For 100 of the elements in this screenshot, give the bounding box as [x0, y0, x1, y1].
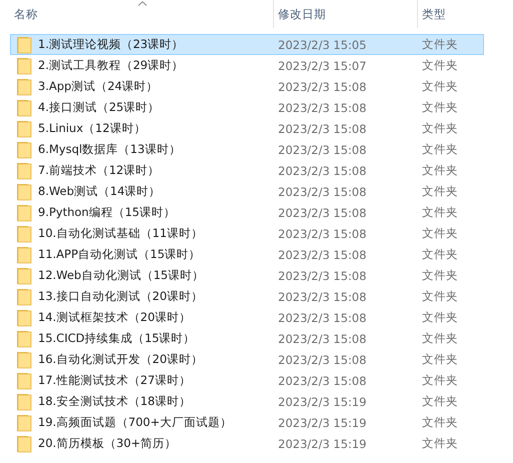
modified-date: 2023/2/3 15:08 [277, 184, 368, 198]
modified-date: 2023/2/3 15:08 [277, 268, 368, 282]
file-row[interactable]: 9.Python编程（15课时） 2023/2/3 15:08 文件夹 [10, 202, 484, 223]
modified-date: 2023/2/3 15:07 [277, 58, 368, 72]
file-row[interactable]: 19.高频面试题（700+大厂面试题） 2023/2/3 15:19 文件夹 [10, 412, 484, 433]
modified-date: 2023/2/3 15:08 [277, 122, 368, 136]
file-name: 3.App测试（24课时） [38, 79, 158, 94]
file-row[interactable]: 3.App测试（24课时） 2023/2/3 15:08 文件夹 [10, 76, 484, 97]
file-type: 文件夹 [421, 205, 459, 220]
folder-icon [16, 350, 32, 368]
file-name: 18.安全测试技术（18课时） [38, 394, 191, 409]
folder-icon [16, 224, 32, 242]
file-row[interactable]: 13.接口自动化测试（20课时） 2023/2/3 15:08 文件夹 [10, 286, 484, 307]
file-type: 文件夹 [421, 373, 459, 388]
file-type: 文件夹 [421, 58, 459, 73]
file-name: 2.测试工具教程（29课时） [38, 58, 184, 73]
folder-icon [16, 120, 32, 138]
file-type: 文件夹 [421, 163, 459, 178]
file-type: 文件夹 [421, 268, 459, 283]
file-row[interactable]: 10.自动化测试基础（11课时） 2023/2/3 15:08 文件夹 [10, 223, 484, 244]
modified-date: 2023/2/3 15:19 [277, 394, 368, 408]
modified-date: 2023/2/3 15:19 [277, 416, 368, 430]
folder-icon [16, 266, 32, 284]
file-row[interactable]: 1.测试理论视频（23课时） 2023/2/3 15:05 文件夹 [10, 34, 484, 55]
folder-icon [16, 56, 32, 74]
column-header-cell[interactable]: 修改日期 [274, 0, 418, 28]
folder-icon [16, 288, 32, 306]
file-row[interactable]: 17.性能测试技术（27课时） 2023/2/3 15:08 文件夹 [10, 370, 484, 391]
file-name: 15.CICD持续集成（15课时） [38, 331, 196, 346]
modified-date: 2023/2/3 15:08 [277, 374, 368, 388]
column-header[interactable]: 修改日期 [274, 6, 326, 22]
file-row[interactable]: 11.APP自动化测试（15课时） 2023/2/3 15:08 文件夹 [10, 244, 484, 265]
file-name: 14.测试框架技术（20课时） [38, 310, 191, 325]
file-name: 11.APP自动化测试（15课时） [38, 247, 201, 262]
file-type: 文件夹 [421, 310, 459, 325]
modified-date: 2023/2/3 15:08 [277, 206, 368, 220]
file-name: 12.Web自动化测试（15课时） [38, 268, 204, 283]
file-row[interactable]: 4.接口测试（25课时） 2023/2/3 15:08 文件夹 [10, 97, 484, 118]
file-name: 6.Mysql数据库（13课时） [38, 142, 181, 157]
file-type: 文件夹 [421, 226, 459, 241]
modified-date: 2023/2/3 15:08 [277, 310, 368, 324]
folder-icon [16, 372, 32, 390]
modified-date: 2023/2/3 15:19 [277, 436, 368, 450]
folder-icon [16, 182, 32, 200]
modified-date: 2023/2/3 15:08 [277, 248, 368, 262]
folder-icon [16, 414, 32, 432]
file-name: 10.自动化测试基础（11课时） [38, 226, 203, 241]
folder-icon [16, 140, 32, 158]
modified-date: 2023/2/3 15:08 [277, 352, 368, 366]
column-header-cell[interactable]: 类型 [418, 0, 484, 28]
file-name: 4.接口测试（25课时） [38, 100, 160, 115]
folder-icon [16, 78, 32, 96]
column-header-cell[interactable]: 名称 [10, 0, 274, 28]
file-row[interactable]: 7.前端技术（12课时） 2023/2/3 15:08 文件夹 [10, 160, 484, 181]
file-type: 文件夹 [421, 100, 459, 115]
file-name: 1.测试理论视频（23课时） [38, 37, 184, 52]
folder-icon [16, 162, 32, 180]
file-type: 文件夹 [421, 142, 459, 157]
modified-date: 2023/2/3 15:08 [277, 332, 368, 346]
file-type: 文件夹 [421, 121, 459, 136]
file-row[interactable]: 18.安全测试技术（18课时） 2023/2/3 15:19 文件夹 [10, 391, 484, 412]
file-row[interactable]: 14.测试框架技术（20课时） 2023/2/3 15:08 文件夹 [10, 307, 484, 328]
folder-icon [16, 308, 32, 326]
modified-date: 2023/2/3 15:08 [277, 142, 368, 156]
folder-icon [16, 204, 32, 222]
file-type: 文件夹 [421, 184, 459, 199]
modified-date: 2023/2/3 15:08 [277, 80, 368, 94]
file-type: 文件夹 [421, 352, 459, 367]
sort-ascending-icon [138, 1, 146, 6]
folder-icon [16, 434, 32, 452]
file-type: 文件夹 [421, 37, 459, 52]
file-row[interactable]: 15.CICD持续集成（15课时） 2023/2/3 15:08 文件夹 [10, 328, 484, 349]
file-type: 文件夹 [421, 331, 459, 346]
file-type: 文件夹 [421, 415, 459, 430]
file-row[interactable]: 12.Web自动化测试（15课时） 2023/2/3 15:08 文件夹 [10, 265, 484, 286]
column-header[interactable]: 名称 [10, 6, 38, 22]
file-name: 19.高频面试题（700+大厂面试题） [38, 415, 232, 430]
file-type: 文件夹 [421, 247, 459, 262]
file-row[interactable]: 8.Web测试（14课时） 2023/2/3 15:08 文件夹 [10, 181, 484, 202]
file-row[interactable]: 20.简历模板（30+简历） 2023/2/3 15:19 文件夹 [10, 433, 484, 454]
file-name: 20.简历模板（30+简历） [38, 436, 177, 451]
file-name: 13.接口自动化测试（20课时） [38, 289, 203, 304]
file-row[interactable]: 6.Mysql数据库（13课时） 2023/2/3 15:08 文件夹 [10, 139, 484, 160]
modified-date: 2023/2/3 15:05 [277, 38, 368, 52]
column-header[interactable]: 类型 [418, 6, 446, 22]
folder-icon [16, 36, 32, 54]
file-row[interactable]: 2.测试工具教程（29课时） 2023/2/3 15:07 文件夹 [10, 55, 484, 76]
folder-icon [16, 392, 32, 410]
modified-date: 2023/2/3 15:08 [277, 290, 368, 304]
file-type: 文件夹 [421, 436, 459, 451]
file-name: 7.前端技术（12课时） [38, 163, 160, 178]
file-row[interactable]: 5.Liniux（12课时） 2023/2/3 15:08 文件夹 [10, 118, 484, 139]
file-type: 文件夹 [421, 289, 459, 304]
modified-date: 2023/2/3 15:08 [277, 164, 368, 178]
folder-icon [16, 246, 32, 264]
file-type: 文件夹 [421, 79, 459, 94]
file-row[interactable]: 16.自动化测试开发（20课时） 2023/2/3 15:08 文件夹 [10, 349, 484, 370]
file-name: 16.自动化测试开发（20课时） [38, 352, 203, 367]
folder-icon [16, 330, 32, 348]
file-name: 9.Python编程（15课时） [38, 205, 176, 220]
